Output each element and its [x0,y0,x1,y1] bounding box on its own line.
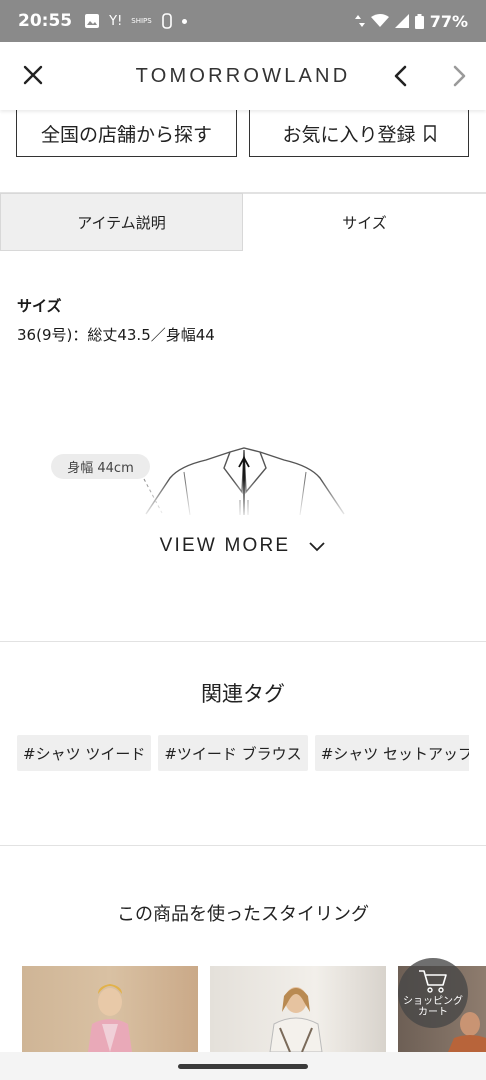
tag-chip[interactable]: #シャツ セットアップ [314,735,469,771]
size-measurements: 36(9号)：総丈43.5／身幅44 [17,326,215,344]
app-header: TOMORROWLAND [0,42,486,110]
divider [0,845,486,846]
notification-icons: Y! SHIPS [84,13,187,29]
more-notifications-icon [181,18,187,24]
tab-size[interactable]: サイズ [243,193,486,251]
tag-chip[interactable]: #ツイード ブラウス [158,735,308,771]
tag-chip[interactable]: #シャツ ツイード [17,735,152,771]
data-arrows-icon [354,15,365,27]
status-time: 20:55 [18,11,73,31]
view-more-label: VIEW MORE [159,535,291,556]
related-tags-title: 関連タグ [201,682,285,706]
divider [0,641,486,642]
width-measure-chip: 身幅 44cm [51,454,150,479]
bookmark-icon [423,124,436,142]
find-store-label: 全国の店舗から探す [40,123,212,146]
previous-item-icon[interactable] [388,62,414,90]
model-figure [269,987,323,1052]
cart-label-line2: カート [418,1007,448,1018]
system-status: 77% [354,11,468,31]
find-store-button[interactable]: 全国の店舗から探す [16,110,237,157]
home-gesture-handle[interactable] [178,1064,308,1069]
battery-icon [414,13,424,29]
styling-photo[interactable] [22,966,198,1052]
battery-level: 77% [429,11,468,31]
width-measure-label: 身幅 44cm [67,461,134,476]
styling-photo[interactable] [210,966,386,1052]
tab-label: アイテム説明 [77,213,166,232]
tab-label: サイズ [342,214,387,232]
size-heading: サイズ [17,297,62,315]
cart-label-line1: ショッピング [403,996,463,1007]
ships-icon: SHIPS [131,17,152,25]
cell-signal-icon [394,14,409,28]
related-tags-list: #シャツ ツイード #ツイード ブラウス #シャツ セットアップ [17,735,469,771]
favorite-button[interactable]: お気に入り登録 [249,110,469,157]
shopping-cart-button[interactable]: ショッピング カート [398,958,468,1028]
status-bar: 20:55 Y! SHIPS 77% [0,0,486,42]
gallery-icon [85,14,100,28]
chevron-down-icon [309,542,325,552]
styling-title: この商品を使ったスタイリング [117,904,369,925]
touch-icon [161,13,172,29]
view-more-button[interactable]: VIEW MORE [0,535,486,557]
cart-icon [419,970,447,993]
close-icon[interactable] [20,62,46,88]
diagram-fade [0,480,486,520]
favorite-label: お気に入り登録 [282,123,416,146]
yahoo-icon: Y! [109,13,123,29]
tab-item-description[interactable]: アイテム説明 [0,193,243,251]
model-figure [88,984,132,1052]
next-item-icon[interactable] [446,62,472,90]
wifi-icon [370,14,389,27]
detail-tabs: アイテム説明 サイズ [0,193,486,251]
